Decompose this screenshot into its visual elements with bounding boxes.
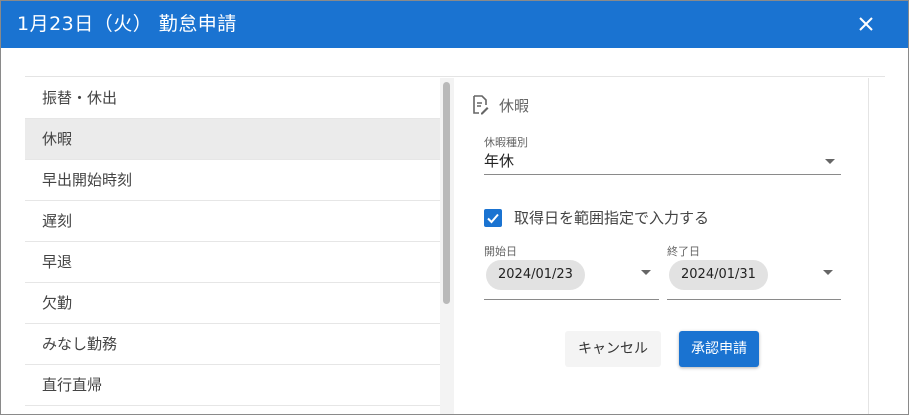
dialog-title: 1月23日（火） 勤怠申請 xyxy=(17,13,237,35)
end-date-field[interactable]: 2024/01/31 xyxy=(667,253,841,300)
cancel-button[interactable]: キャンセル xyxy=(565,331,661,367)
list-item[interactable]: 休暇 xyxy=(25,119,440,160)
leave-type-label: 休暇種別 xyxy=(484,136,528,149)
section-header: 休暇 xyxy=(471,94,529,116)
check-icon xyxy=(487,213,499,223)
list-scrollbar-thumb[interactable] xyxy=(443,82,450,304)
dialog-titlebar: 1月23日（火） 勤怠申請 xyxy=(1,1,908,48)
end-date-value: 2024/01/31 xyxy=(669,260,768,290)
leave-type-select[interactable]: 年休 xyxy=(484,150,841,175)
submit-approval-button[interactable]: 承認申請 xyxy=(679,331,759,367)
dialog: 1月23日（火） 勤怠申請 振替・休出 休暇 早出開始時刻 遅刻 早退 欠勤 み… xyxy=(0,0,909,415)
list-item[interactable]: 遅刻 xyxy=(25,201,440,242)
close-button[interactable] xyxy=(852,10,880,38)
chevron-down-icon xyxy=(825,159,835,164)
start-date-value: 2024/01/23 xyxy=(486,260,585,290)
form-divider xyxy=(868,78,869,414)
request-type-list: 振替・休出 休暇 早出開始時刻 遅刻 早退 欠勤 みなし勤務 直行直帰 xyxy=(25,78,440,414)
document-edit-icon xyxy=(473,95,489,115)
range-checkbox-row[interactable]: 取得日を範囲指定で入力する xyxy=(484,207,709,228)
chevron-down-icon xyxy=(641,270,651,275)
list-item[interactable]: 振替・休出 xyxy=(25,78,440,119)
dialog-body: 振替・休出 休暇 早出開始時刻 遅刻 早退 欠勤 みなし勤務 直行直帰 休暇 休… xyxy=(25,76,885,414)
start-date-field[interactable]: 2024/01/23 xyxy=(484,253,659,300)
chevron-down-icon xyxy=(823,270,833,275)
close-icon xyxy=(859,17,873,31)
range-checkbox[interactable] xyxy=(484,208,502,227)
list-item[interactable]: 早退 xyxy=(25,242,440,283)
leave-type-value: 年休 xyxy=(484,152,515,170)
list-item[interactable]: 直行直帰 xyxy=(25,365,440,406)
list-item[interactable]: みなし勤務 xyxy=(25,324,440,365)
leave-form: 休暇 休暇種別 年休 取得日を範囲指定で入力する 開始日 2024/01/23 xyxy=(454,78,885,414)
range-checkbox-label: 取得日を範囲指定で入力する xyxy=(514,209,710,227)
list-item[interactable]: 欠勤 xyxy=(25,283,440,324)
section-title: 休暇 xyxy=(499,96,530,115)
list-item[interactable]: 早出開始時刻 xyxy=(25,160,440,201)
